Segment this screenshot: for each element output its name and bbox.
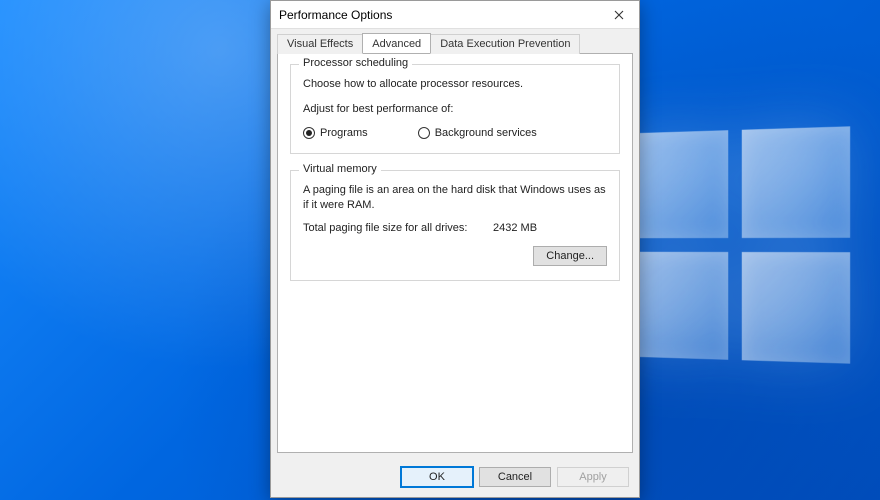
tab-label: Data Execution Prevention <box>440 38 570 50</box>
group-legend: Processor scheduling <box>299 57 412 69</box>
radio-icon <box>418 127 430 139</box>
ok-button[interactable]: OK <box>401 467 473 487</box>
window-title: Performance Options <box>279 8 392 22</box>
vm-total-value: 2432 MB <box>493 222 607 234</box>
windows-logo-icon <box>627 126 850 363</box>
adjust-label: Adjust for best performance of: <box>303 102 607 117</box>
processor-scheduling-group: Processor scheduling Choose how to alloc… <box>290 64 620 154</box>
radio-label: Background services <box>435 127 537 139</box>
radio-icon <box>303 127 315 139</box>
group-legend: Virtual memory <box>299 163 381 175</box>
tab-dep[interactable]: Data Execution Prevention <box>430 34 580 54</box>
titlebar: Performance Options <box>271 1 639 29</box>
processor-desc: Choose how to allocate processor resourc… <box>303 77 607 92</box>
radio-label: Programs <box>320 127 368 139</box>
tab-label: Advanced <box>372 38 421 50</box>
vm-total-label: Total paging file size for all drives: <box>303 222 493 234</box>
tab-visual-effects[interactable]: Visual Effects <box>277 34 363 54</box>
apply-button: Apply <box>557 467 629 487</box>
close-icon <box>614 10 624 20</box>
tab-label: Visual Effects <box>287 38 353 50</box>
tab-strip: Visual Effects Advanced Data Execution P… <box>271 29 639 53</box>
change-button[interactable]: Change... <box>533 246 607 266</box>
dialog-buttons: OK Cancel Apply <box>271 459 639 497</box>
radio-background-services[interactable]: Background services <box>418 127 537 139</box>
close-button[interactable] <box>599 1 639 29</box>
tab-advanced[interactable]: Advanced <box>362 33 431 53</box>
radio-programs[interactable]: Programs <box>303 127 368 139</box>
tab-panel-advanced: Processor scheduling Choose how to alloc… <box>277 53 633 453</box>
performance-options-dialog: Performance Options Visual Effects Advan… <box>270 0 640 498</box>
virtual-memory-group: Virtual memory A paging file is an area … <box>290 170 620 282</box>
cancel-button[interactable]: Cancel <box>479 467 551 487</box>
vm-desc: A paging file is an area on the hard dis… <box>303 183 607 213</box>
